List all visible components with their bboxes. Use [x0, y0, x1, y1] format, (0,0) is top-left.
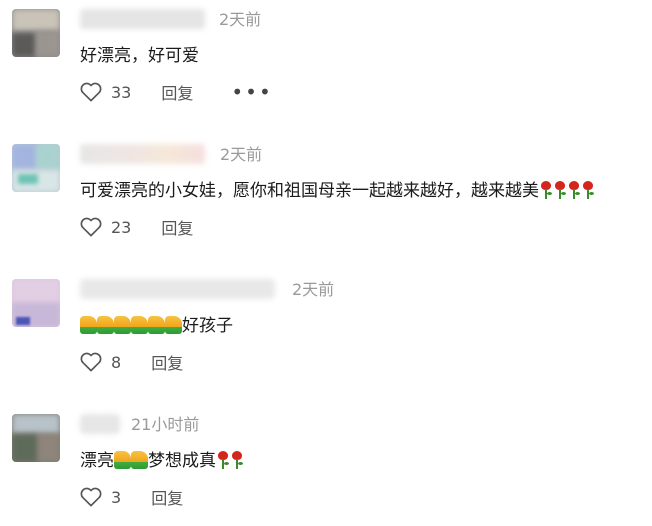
rose-emoji-icon	[567, 181, 581, 199]
thumbs-up-emoji-icon	[97, 316, 114, 334]
comment-text-segment: 可爱漂亮的小女娃，愿你和祖国母亲一起越来越好，越来越美	[80, 181, 539, 201]
heart-icon	[80, 352, 102, 372]
comment-item: 2天前 可爱漂亮的小女娃，愿你和祖国母亲一起越来越好，越来越美 23 回复	[0, 135, 652, 255]
comment-item: 2天前 好漂亮，好可爱 33 回复 •••	[0, 0, 652, 120]
thumbs-up-emoji-icon	[131, 316, 148, 334]
thumbs-up-emoji-icon	[148, 316, 165, 334]
thumbs-up-emoji-icon	[80, 316, 97, 334]
like-button[interactable]: 23	[80, 217, 131, 237]
rose-emoji-icon	[553, 181, 567, 199]
username-blurred[interactable]	[80, 414, 120, 434]
username-blurred[interactable]	[80, 279, 275, 299]
like-button[interactable]: 8	[80, 352, 121, 372]
rose-emoji-icon	[230, 451, 244, 469]
comment-text: 可爱漂亮的小女娃，愿你和祖国母亲一起越来越好，越来越美	[80, 178, 595, 204]
comment-text-segment: 漂亮	[80, 451, 114, 471]
thumbs-up-emoji-icon	[114, 316, 131, 334]
timestamp: 2天前	[219, 10, 262, 29]
like-count: 23	[111, 217, 132, 237]
comment-text-segment: 梦想成真	[148, 451, 216, 471]
thumbs-up-emoji-icon	[114, 451, 131, 469]
like-count: 3	[111, 487, 122, 507]
comment-text: 好漂亮，好可爱	[80, 43, 199, 69]
heart-icon	[80, 82, 102, 102]
comment-text: 好孩子	[80, 313, 233, 339]
timestamp: 2天前	[220, 145, 263, 164]
like-button[interactable]: 33	[80, 82, 131, 102]
reply-button[interactable]: 回复	[161, 215, 193, 239]
reply-button[interactable]: 回复	[161, 80, 193, 104]
avatar[interactable]	[12, 9, 60, 57]
rose-emoji-icon	[216, 451, 230, 469]
avatar[interactable]	[12, 414, 60, 462]
heart-icon	[80, 217, 102, 237]
rose-emoji-icon	[539, 181, 553, 199]
username-blurred[interactable]	[80, 9, 205, 29]
like-button[interactable]: 3	[80, 487, 121, 507]
thumbs-up-emoji-icon	[165, 316, 182, 334]
avatar[interactable]	[12, 144, 60, 192]
comment-text-segment: 好漂亮，好可爱	[80, 46, 199, 66]
like-count: 33	[111, 82, 132, 102]
comment-item: 2天前 好孩子 8 回复	[0, 270, 652, 390]
comment-text-segment: 好孩子	[182, 316, 233, 336]
comment-text: 漂亮 梦想成真	[80, 448, 244, 474]
more-options-icon[interactable]: •••	[231, 82, 272, 102]
reply-button[interactable]: 回复	[151, 350, 183, 374]
username-blurred[interactable]	[80, 144, 205, 164]
reply-button[interactable]: 回复	[151, 485, 183, 509]
timestamp: 2天前	[292, 280, 335, 299]
avatar[interactable]	[12, 279, 60, 327]
comment-item: 21小时前 漂亮 梦想成真 3 回复	[0, 405, 652, 525]
thumbs-up-emoji-icon	[131, 451, 148, 469]
like-count: 8	[111, 352, 122, 372]
rose-emoji-icon	[581, 181, 595, 199]
timestamp: 21小时前	[131, 415, 200, 434]
heart-icon	[80, 487, 102, 507]
